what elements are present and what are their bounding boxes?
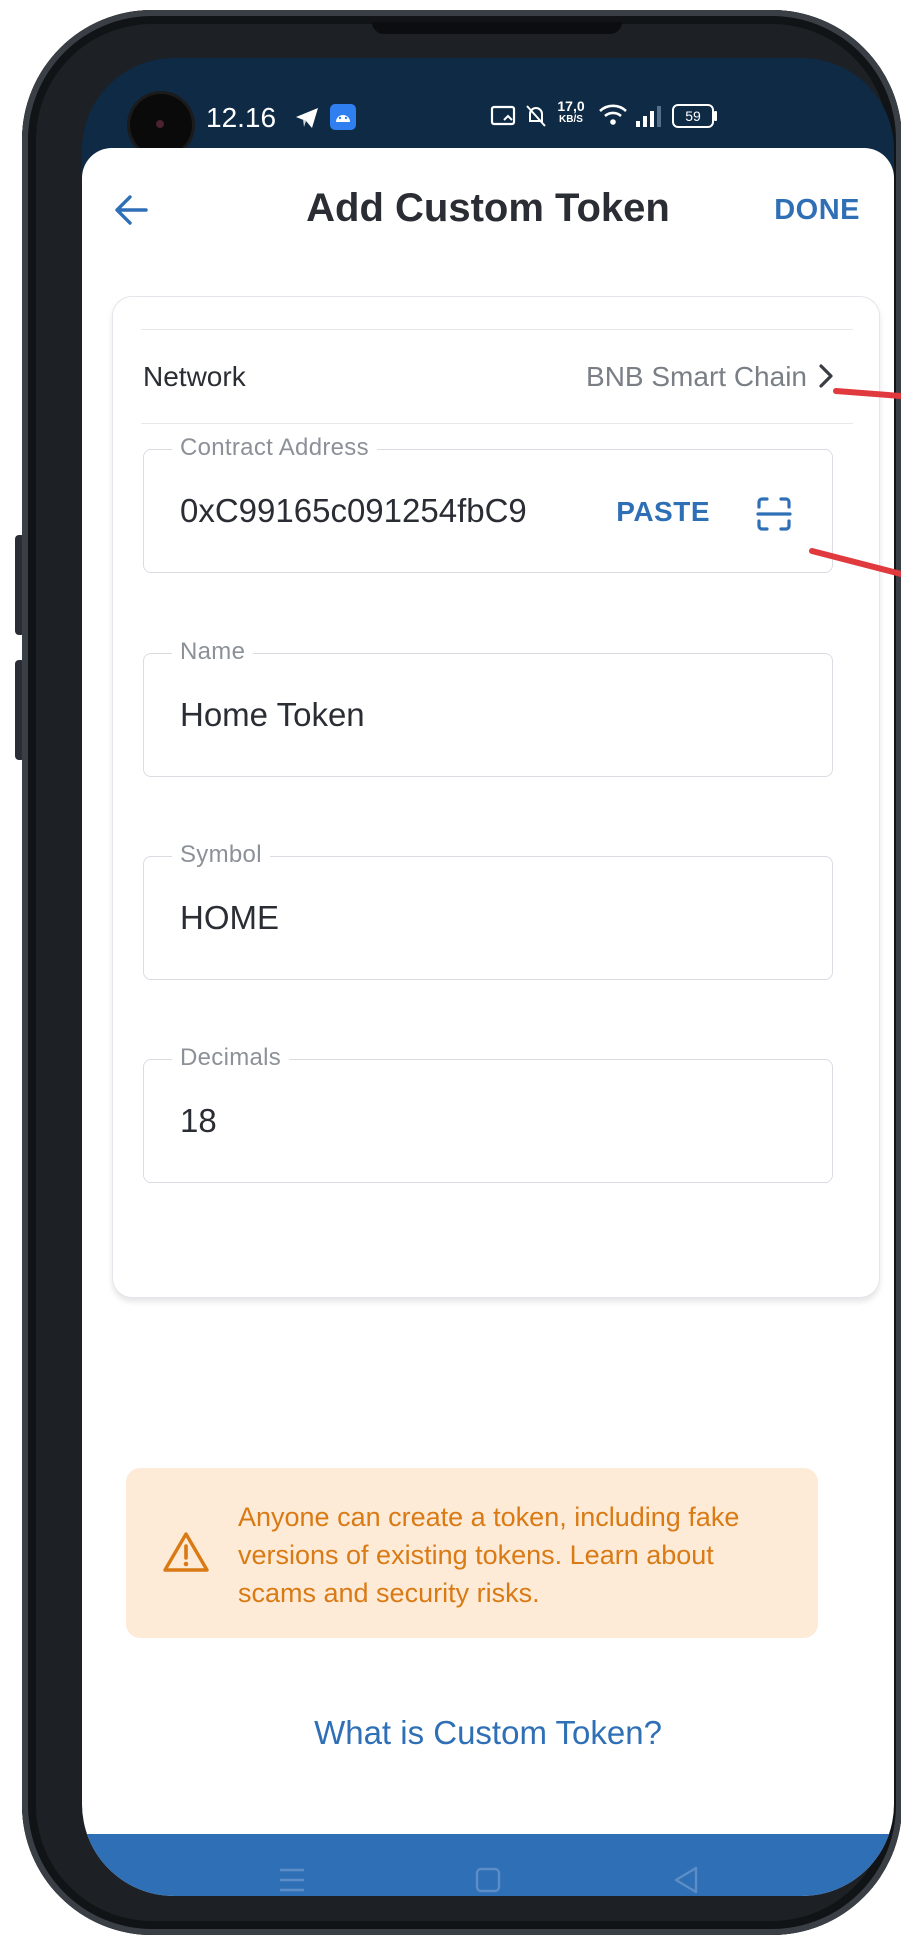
- triangle-back-icon[interactable]: [666, 1860, 706, 1896]
- name-input[interactable]: Home Token: [180, 696, 810, 734]
- front-camera: [130, 94, 192, 156]
- network-label: Network: [143, 361, 246, 392]
- token-form-card: Network BNB Smart Chain Contract Address…: [112, 296, 880, 1298]
- battery-tip: [714, 111, 717, 121]
- warning-text: Anyone can create a token, including fak…: [238, 1502, 740, 1608]
- wifi-icon: [599, 104, 627, 125]
- battery-indicator: 59: [672, 104, 714, 128]
- paste-button[interactable]: PASTE: [616, 496, 710, 528]
- telegram-icon: [296, 108, 318, 128]
- app-screen: Add Custom Token DONE Network BNB Smart …: [82, 148, 894, 1896]
- card-top-divider: [141, 329, 853, 330]
- system-navigation-bar: [82, 1834, 894, 1896]
- signal-icon: [636, 106, 661, 127]
- network-value: BNB Smart Chain: [586, 361, 807, 392]
- menu-icon[interactable]: [272, 1860, 312, 1896]
- phone-frame: 12.16 17,0 KB/S 59 Add Custom Token DONE…: [22, 10, 901, 1935]
- network-speed-unit: KB/S: [559, 114, 583, 125]
- what-is-custom-token-link[interactable]: What is Custom Token?: [82, 1714, 894, 1752]
- name-field[interactable]: Name Home Token: [143, 638, 833, 777]
- mute-bell-icon: [526, 105, 546, 127]
- done-button[interactable]: DONE: [774, 194, 860, 227]
- android-notification-icon: [330, 104, 356, 130]
- battery-level: 59: [685, 108, 701, 124]
- contract-address-label: Contract Address: [172, 434, 377, 462]
- home-square-icon[interactable]: [468, 1860, 508, 1896]
- decimals-field[interactable]: Decimals 18: [143, 1044, 833, 1183]
- status-bar: 12.16 17,0 KB/S 59: [82, 58, 894, 156]
- page-title: Add Custom Token: [306, 186, 670, 230]
- name-label: Name: [172, 638, 254, 666]
- network-divider: [141, 423, 853, 424]
- symbol-label: Symbol: [172, 841, 270, 869]
- status-time: 12.16: [206, 102, 277, 133]
- phone-speaker: [372, 22, 622, 34]
- scan-qr-icon[interactable]: [754, 494, 794, 534]
- chevron-right-icon: [819, 364, 833, 388]
- network-speed: 17,0 KB/S: [554, 98, 588, 126]
- symbol-field[interactable]: Symbol HOME: [143, 841, 833, 980]
- contract-address-field[interactable]: Contract Address 0xC99165c091254fbC9 PAS…: [143, 434, 833, 573]
- symbol-input[interactable]: HOME: [180, 899, 810, 937]
- phone-display: 12.16 17,0 KB/S 59 Add Custom Token DONE…: [82, 58, 894, 1896]
- network-speed-value: 17,0: [557, 98, 585, 114]
- decimals-input[interactable]: 18: [180, 1102, 810, 1140]
- decimals-label: Decimals: [172, 1044, 290, 1072]
- contract-address-input[interactable]: 0xC99165c091254fbC9: [180, 492, 554, 530]
- warning-triangle-icon: [163, 1532, 209, 1572]
- cast-icon: [490, 105, 516, 126]
- network-selector[interactable]: Network BNB Smart Chain: [113, 331, 879, 421]
- scam-warning-banner: Anyone can create a token, including fak…: [126, 1468, 818, 1638]
